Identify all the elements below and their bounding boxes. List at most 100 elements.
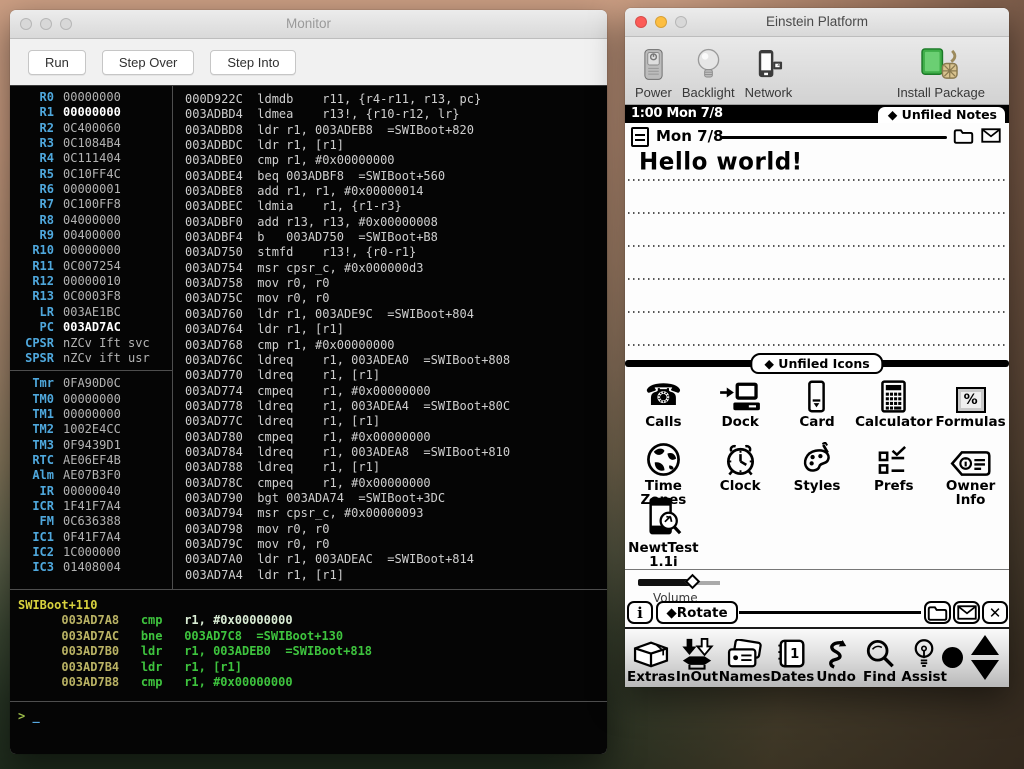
mail-button[interactable]: [953, 601, 980, 624]
register-name: R10: [10, 243, 54, 258]
register-value: 1002E4CC: [63, 422, 121, 437]
disassembly-line: 003AD754 msr cpsr_c, #0x000000d3: [185, 261, 607, 276]
disassembly-line: 003ADBD4 ldmea r13!, {r10-r12, lr}: [185, 107, 607, 122]
console-address: 003AD7B0: [18, 644, 119, 658]
register-name: IC2: [10, 545, 54, 560]
step-into-button[interactable]: Step Into: [210, 50, 296, 75]
tab-unfiled-notes[interactable]: ◆ Unfiled Notes: [876, 105, 1007, 123]
run-button[interactable]: Run: [28, 50, 86, 75]
step-over-button[interactable]: Step Over: [102, 50, 195, 75]
toolbar-item-backlight[interactable]: Backlight: [682, 44, 735, 100]
toolbar-item-install-package[interactable]: Install Package: [897, 44, 985, 100]
folder-icon[interactable]: [953, 128, 975, 146]
app-card[interactable]: Card: [779, 375, 856, 429]
backlight-icon: [696, 44, 721, 84]
dock-item-inout[interactable]: InOut: [675, 631, 719, 687]
toolbar-item-label: Backlight: [682, 85, 735, 100]
scroll-up-arrow[interactable]: [971, 635, 999, 655]
disassembly-line: 003AD76C ldreq r1, 003ADEA0 =SWIBoot+808: [185, 353, 607, 368]
list-icon[interactable]: [631, 127, 649, 147]
close-box-button[interactable]: ✕: [982, 601, 1008, 624]
disassembly-line: 003AD790 bgt 003ADA74 =SWIBoot+3DC: [185, 491, 607, 506]
register-name: TM3: [10, 438, 54, 453]
register-name: R8: [10, 213, 54, 228]
note-ruled-line: [628, 212, 1006, 214]
disassembly-line: 003ADBDC ldr r1, [r1]: [185, 138, 607, 153]
toolbar-item-label: Network: [745, 85, 793, 100]
console-output: SWIBoot+110 003AD7A8 cmp r1, #0x00000000…: [10, 590, 607, 702]
mail-icon[interactable]: [981, 128, 1003, 146]
tab-unfiled-icons[interactable]: ◆ Unfiled Icons: [750, 353, 883, 374]
prefs-icon: [876, 439, 911, 477]
register-row: IC10F41F7A4: [10, 530, 172, 545]
console-address: 003AD7B8: [18, 675, 119, 689]
disassembly-line: 003AD79C mov r0, r0: [185, 537, 607, 552]
toolbar-item-power[interactable]: Power: [635, 44, 672, 100]
dock-item-dates[interactable]: 1Dates: [770, 631, 814, 687]
register-name: TM0: [10, 392, 54, 407]
app-prefs[interactable]: Prefs: [855, 439, 932, 507]
toolbar-item-label: Power: [635, 85, 672, 100]
register-row: R30C1084B4: [10, 136, 172, 151]
disassembly-line: 003AD770 ldreq r1, [r1]: [185, 368, 607, 383]
register-row: Tmr0FA90D0C: [10, 376, 172, 391]
statusbar-line: [739, 611, 921, 614]
register-value: 0C10FF4C: [63, 167, 121, 182]
newttest-icon: [644, 501, 682, 539]
dock-item-names[interactable]: Names: [719, 631, 771, 687]
console-symbol-label: SWIBoot+110: [18, 598, 607, 613]
disassembly-line: 003ADBEC ldmia r1, {r1-r3}: [185, 199, 607, 214]
app-owner-info[interactable]: OwnerInfo: [932, 439, 1009, 507]
disassembly-line: 003AD780 cmpeq r1, #0x00000000: [185, 430, 607, 445]
einstein-titlebar: Einstein Platform: [625, 8, 1009, 37]
folder-button[interactable]: [924, 601, 951, 624]
styles-icon: [798, 439, 835, 477]
register-value: 0C0003F8: [63, 289, 121, 304]
register-name: SPSR: [10, 351, 54, 366]
register-row: PC003AD7AC: [10, 320, 172, 335]
scroll-down-arrow[interactable]: [971, 660, 999, 680]
dock-item-undo[interactable]: Undo: [814, 631, 858, 687]
register-value: 00000001: [63, 182, 121, 197]
einstein-toolbar: Power Backlight Network Install Package: [625, 37, 1009, 105]
newton-clock[interactable]: 1:00 Mon 7/8: [631, 106, 723, 121]
note-body-text[interactable]: Hello world!: [639, 148, 803, 175]
toolbar-item-network[interactable]: Network: [745, 44, 793, 100]
note-date-title[interactable]: Mon 7/8: [656, 127, 724, 145]
dock-item-assist[interactable]: Assist: [901, 631, 947, 687]
console-address: 003AD7A8: [18, 613, 119, 627]
cpu-registers: R000000000R100000000R20C400060R30C1084B4…: [10, 90, 172, 371]
app-calculator[interactable]: Calculator: [855, 375, 932, 429]
register-row: FM0C636388: [10, 514, 172, 529]
app-formulas[interactable]: %Formulas: [932, 375, 1009, 429]
clock-icon: [723, 439, 758, 477]
terminal-upper: R000000000R100000000R20C400060R30C1084B4…: [10, 85, 607, 590]
register-value: 0F41F7A4: [63, 530, 121, 545]
dock-item-label: Names: [719, 670, 771, 684]
console-mnemonic: cmp: [119, 675, 184, 689]
note-ruled-line: [628, 311, 1006, 313]
register-value: 00000000: [63, 407, 121, 422]
app-dock[interactable]: Dock: [702, 375, 779, 429]
register-value: 04000000: [63, 213, 121, 228]
register-value: 00000000: [63, 392, 121, 407]
overview-dot-button[interactable]: [942, 647, 963, 668]
monitor-window-title: Monitor: [10, 16, 607, 31]
rotate-button[interactable]: ◆Rotate: [656, 601, 738, 624]
app-styles[interactable]: Styles: [779, 439, 856, 507]
register-name: LR: [10, 305, 54, 320]
toolbar-item-label: Install Package: [897, 85, 985, 100]
dock-item-find[interactable]: Find: [858, 631, 902, 687]
register-value: 0F9439D1: [63, 438, 121, 453]
info-button[interactable]: i: [627, 601, 653, 624]
register-value: 1C000000: [63, 545, 121, 560]
volume-slider-knob[interactable]: [685, 574, 701, 590]
console-mnemonic: cmp: [119, 613, 184, 627]
dock-item-extras[interactable]: Extras: [627, 631, 675, 687]
app-calls[interactable]: ☎Calls: [625, 375, 702, 429]
app-clock[interactable]: Clock: [702, 439, 779, 507]
console-prompt-row[interactable]: > _: [10, 702, 607, 723]
app-newttest-1-1i[interactable]: NewtTest1.1i: [625, 501, 702, 569]
disassembly-line: 003AD774 cmpeq r1, #0x00000000: [185, 384, 607, 399]
owner-info-icon: [949, 439, 992, 477]
